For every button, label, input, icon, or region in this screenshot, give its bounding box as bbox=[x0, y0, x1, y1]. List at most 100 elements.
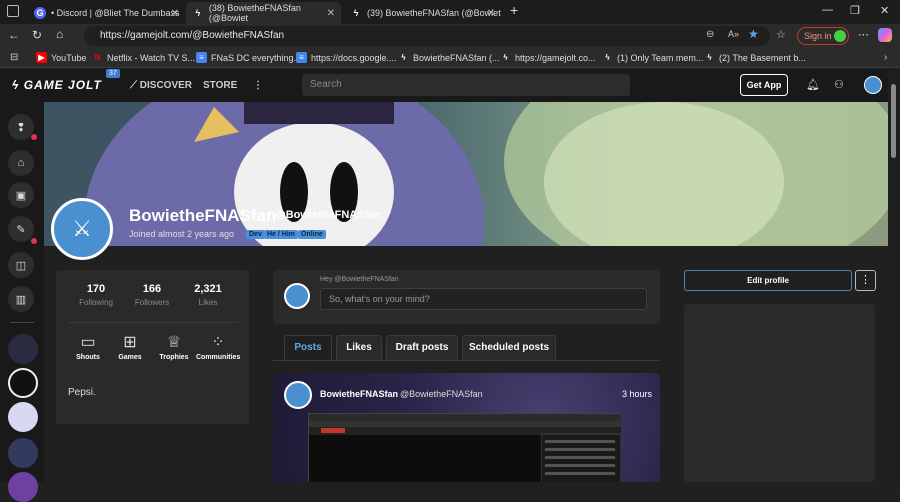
bookmark-only-team[interactable]: ϟ (1) Only Team mem... bbox=[602, 52, 703, 63]
communities-label: Communities bbox=[196, 354, 241, 361]
bookmark-google-docs[interactable]: ≡ https://docs.google.... bbox=[296, 52, 397, 63]
collections-icon[interactable]: ⊟ bbox=[10, 52, 18, 63]
community-avatar[interactable] bbox=[8, 472, 38, 502]
post-input[interactable]: So, what's on your mind? bbox=[320, 288, 647, 310]
browser-tab-discord[interactable]: G • Discord | @Bliet The Dumbass ✕ bbox=[28, 2, 185, 24]
tab-likes[interactable]: Likes bbox=[336, 335, 382, 360]
browser-tab-gamejolt-38[interactable]: ϟ (38) BowietheFNASfan (@Bowiet ✕ bbox=[186, 2, 341, 24]
notification-dot bbox=[31, 238, 37, 244]
search-input[interactable]: Search bbox=[302, 74, 630, 96]
post-author-name[interactable]: BowietheFNASfan bbox=[320, 389, 398, 399]
bio-card bbox=[56, 378, 249, 424]
followers-count[interactable]: 166 bbox=[122, 283, 182, 295]
close-icon[interactable]: ✕ bbox=[171, 8, 179, 19]
profile-avatar[interactable]: ⚔ bbox=[51, 198, 113, 260]
tab-title: (38) BowietheFNASfan (@Bowiet bbox=[208, 3, 301, 23]
gamepad-icon: ⊞ bbox=[123, 334, 137, 351]
get-app-button[interactable]: Get App bbox=[740, 74, 788, 96]
likes-count[interactable]: 2,321 bbox=[178, 283, 238, 295]
shouts-link[interactable]: ▭ Shouts bbox=[66, 332, 110, 361]
stats-divider bbox=[68, 322, 238, 323]
youtube-icon: ▶ bbox=[36, 52, 47, 63]
netflix-icon: N bbox=[94, 53, 101, 62]
bookmark-youtube[interactable]: ▶ YouTube bbox=[36, 52, 86, 63]
restore-icon[interactable]: ❐ bbox=[850, 4, 860, 17]
bookmark-bowie[interactable]: ϟ BowietheFNASfan (... bbox=[398, 52, 499, 63]
docs-icon: ≡ bbox=[296, 52, 307, 63]
community-avatar[interactable] bbox=[8, 368, 38, 398]
sidebar-store-icon[interactable]: ⌂ bbox=[8, 150, 34, 176]
bookmark-label: https://docs.google.... bbox=[311, 52, 397, 63]
post-screenshot bbox=[309, 414, 622, 482]
sidebar-divider bbox=[10, 322, 34, 323]
edit-profile-button[interactable]: Edit profile bbox=[684, 270, 852, 291]
sign-in-label: Sign in bbox=[804, 31, 832, 41]
close-icon[interactable]: ✕ bbox=[327, 8, 335, 19]
bookmark-netflix[interactable]: N Netflix - Watch TV S... bbox=[92, 52, 195, 63]
tab-draft-posts[interactable]: Draft posts bbox=[386, 335, 458, 360]
close-window-icon[interactable]: ✕ bbox=[880, 4, 889, 17]
sidebar-inventory-icon[interactable]: ▣ bbox=[8, 182, 34, 208]
zoom-icon[interactable]: ⊖ bbox=[706, 29, 714, 40]
user-avatar[interactable] bbox=[864, 76, 882, 94]
post-image[interactable] bbox=[308, 413, 622, 482]
community-avatar[interactable] bbox=[8, 402, 38, 432]
sign-in-button[interactable]: Sign in bbox=[797, 27, 849, 45]
more-menu-icon[interactable]: ⋮ bbox=[253, 80, 263, 91]
bookmark-basement[interactable]: ϟ (2) The Basement b... bbox=[704, 52, 806, 63]
display-name: BowietheFNASfan bbox=[129, 206, 277, 225]
games-link[interactable]: ⊞ Games bbox=[108, 332, 152, 361]
more-icon[interactable]: ⋯ bbox=[858, 28, 869, 41]
gamejolt-icon: ϟ bbox=[12, 78, 24, 92]
gamejolt-icon: ϟ bbox=[353, 8, 359, 18]
tab-scheduled-posts[interactable]: Scheduled posts bbox=[462, 335, 556, 360]
back-icon[interactable]: ← bbox=[8, 28, 20, 42]
favorite-star-icon[interactable]: ★ bbox=[748, 27, 759, 41]
browser-tab-gamejolt-39[interactable]: ϟ (39) BowietheFNASfan (@Bowiet ✕ bbox=[344, 2, 501, 24]
refresh-icon[interactable]: ↻ bbox=[32, 28, 42, 42]
copilot-icon[interactable] bbox=[878, 28, 892, 42]
sidebar-chat-icon[interactable]: ◫ bbox=[8, 252, 34, 278]
bookmarks-more-icon[interactable]: › bbox=[884, 52, 887, 63]
post-time[interactable]: 3 hours bbox=[622, 389, 652, 399]
community-avatar[interactable] bbox=[8, 438, 38, 468]
tag-online: Online bbox=[298, 230, 326, 239]
favorites-icon[interactable]: ☆ bbox=[776, 28, 786, 41]
minimize-icon[interactable]: — bbox=[822, 4, 833, 16]
likes-label: Likes bbox=[198, 298, 218, 307]
following-count[interactable]: 170 bbox=[66, 283, 126, 295]
post-author-username[interactable]: @BowietheFNASfan bbox=[400, 389, 483, 399]
nav-store[interactable]: STORE bbox=[203, 80, 237, 91]
close-icon[interactable]: ✕ bbox=[487, 8, 495, 19]
tab-title: • Discord | @Bliet The Dumbass bbox=[51, 8, 180, 18]
tab-actions-icon[interactable] bbox=[7, 5, 19, 17]
sidebar-library-icon[interactable]: ▥ bbox=[8, 286, 34, 312]
url-field[interactable]: https://gamejolt.com/@BowietheFNASfan bbox=[84, 26, 770, 46]
home-icon[interactable]: ⌂ bbox=[56, 27, 63, 41]
communities-link[interactable]: ⁘ Communities bbox=[196, 332, 240, 361]
profile-more-icon[interactable]: ⋮ bbox=[855, 270, 876, 291]
bell-icon[interactable]: 🔔︎ bbox=[806, 78, 820, 91]
compass-icon: ⟋ bbox=[130, 80, 140, 91]
tag-dev: Dev bbox=[246, 230, 265, 239]
gamejolt-icon: ϟ bbox=[605, 53, 610, 62]
username: @BowietheFNASfan bbox=[275, 209, 382, 221]
logo-text: GAME JOLT bbox=[23, 78, 102, 92]
bookmark-fnas-dc[interactable]: ≡ FNaS DC everything... bbox=[196, 52, 301, 63]
nav-discover[interactable]: ⟋ DISCOVER bbox=[130, 80, 192, 91]
discover-label: DISCOVER bbox=[139, 80, 193, 91]
bookmark-label: (1) Only Team mem... bbox=[617, 52, 704, 63]
tab-posts[interactable]: Posts bbox=[284, 335, 332, 360]
community-avatar[interactable] bbox=[8, 334, 38, 364]
read-aloud-icon[interactable]: A» bbox=[728, 29, 739, 39]
bookmark-gamejolt[interactable]: ϟ https://gamejolt.co... bbox=[500, 52, 595, 63]
trophies-link[interactable]: ♕ Trophies bbox=[152, 332, 196, 361]
sidebar-quests-icon[interactable]: ✎ bbox=[8, 216, 34, 242]
friends-icon[interactable]: ⚇ bbox=[834, 78, 844, 91]
scrollbar-thumb[interactable] bbox=[891, 84, 896, 158]
post-author-avatar[interactable] bbox=[284, 381, 312, 409]
tab-title: (39) BowietheFNASfan (@Bowiet bbox=[367, 8, 501, 18]
gamejolt-icon: ϟ bbox=[503, 53, 508, 62]
new-tab-button[interactable]: + bbox=[510, 2, 518, 18]
gamejolt-logo[interactable]: ϟ GAME JOLT bbox=[12, 78, 102, 92]
